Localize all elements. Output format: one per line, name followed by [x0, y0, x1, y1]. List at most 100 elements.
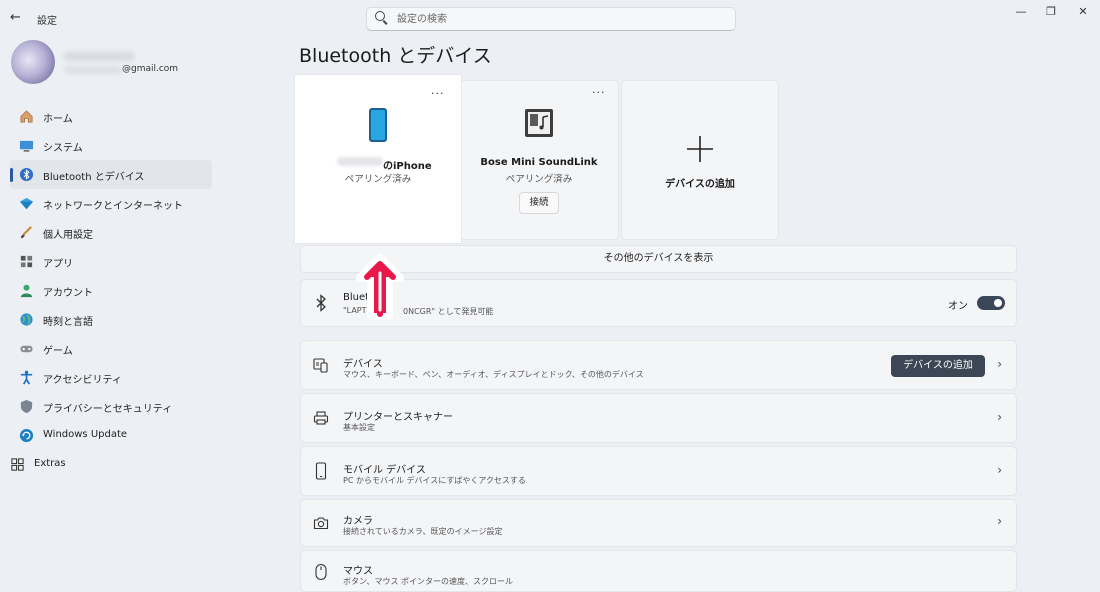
accessibility-icon: [20, 370, 33, 385]
device-name: のiPhone: [383, 161, 432, 172]
sidebar-item-accessibility[interactable]: アクセシビリティ: [10, 363, 212, 392]
add-device-card[interactable]: デバイスの追加: [621, 80, 779, 240]
show-more-devices-button[interactable]: その他のデバイスを表示: [300, 245, 1017, 273]
home-icon: [20, 110, 33, 123]
smartphone-icon: [369, 108, 387, 142]
printer-icon: [313, 411, 329, 425]
search-icon: [375, 11, 385, 21]
sidebar-item-label: Bluetooth とデバイス: [43, 172, 145, 183]
close-button[interactable]: ✕: [1068, 3, 1098, 21]
gamepad-icon: [20, 345, 33, 353]
sidebar-item-label: アカウント: [43, 288, 93, 299]
device-status: ペアリング済み: [505, 174, 573, 185]
device-card-iphone[interactable]: ··· のiPhone ペアリング済み: [295, 75, 461, 243]
globe-icon: [20, 313, 33, 326]
selection-indicator: [10, 168, 13, 182]
redacted-email-prefix: [64, 66, 122, 74]
row-devices[interactable]: デバイス マウス、キーボード、ペン、オーディオ、ディスプレイとドック、その他のデ…: [300, 340, 1017, 390]
update-icon: [19, 428, 34, 443]
more-options-button[interactable]: ···: [431, 87, 445, 100]
chevron-right-icon: ›: [997, 357, 1002, 371]
camera-icon: [313, 517, 329, 530]
extras-icon: [11, 458, 24, 471]
sidebar-item-gaming[interactable]: ゲーム: [10, 334, 212, 363]
devices-icon: [313, 358, 328, 373]
row-subtitle: 接続されているカメラ、既定のイメージ設定: [343, 527, 503, 536]
sidebar-item-bluetooth[interactable]: Bluetooth とデバイス: [10, 160, 212, 189]
bluetooth-toggle-row: Blueto "LAPTO 0NCGR" として発見可能 オン: [300, 279, 1017, 327]
profile-email: @gmail.com: [122, 64, 179, 74]
bluetooth-icon: [19, 167, 34, 182]
annotation-arrow-up-icon: [356, 254, 404, 320]
row-subtitle: PC からモバイル デバイスにすばやくアクセスする: [343, 476, 526, 485]
redacted-owner-name: [337, 157, 383, 166]
more-options-button[interactable]: ···: [592, 86, 606, 99]
minimize-button[interactable]: —: [1006, 3, 1036, 21]
media-device-icon: [525, 109, 553, 137]
row-title: プリンターとスキャナー: [343, 412, 453, 423]
sidebar-item-label: アプリ: [43, 259, 73, 270]
row-title: デバイス: [343, 359, 383, 370]
sidebar-item-extras[interactable]: Extras: [10, 450, 212, 479]
sidebar-item-label: 個人用設定: [43, 230, 93, 241]
sidebar-item-accounts[interactable]: アカウント: [10, 276, 212, 305]
sidebar-item-network[interactable]: ネットワークとインターネット: [10, 189, 212, 218]
connect-button[interactable]: 接続: [519, 192, 559, 214]
sidebar-item-label: Extras: [34, 458, 66, 469]
sidebar-item-label: システム: [43, 143, 83, 154]
system-icon: [19, 140, 34, 152]
sidebar-item-label: プライバシーとセキュリティ: [43, 404, 173, 415]
sidebar-item-apps[interactable]: アプリ: [10, 247, 212, 276]
sidebar-item-home[interactable]: ホーム: [10, 102, 212, 131]
row-subtitle: マウス、キーボード、ペン、オーディオ、ディスプレイとドック、その他のデバイス: [343, 370, 644, 379]
app-title: 設定: [37, 16, 57, 27]
sidebar-item-label: ホーム: [43, 114, 73, 125]
add-device-button[interactable]: デバイスの追加: [891, 355, 985, 377]
toggle-state-label: オン: [948, 301, 968, 312]
chevron-right-icon: ›: [997, 514, 1002, 528]
page-title: Bluetooth とデバイス: [299, 45, 492, 67]
row-title: モバイル デバイス: [343, 465, 426, 476]
mouse-icon: [315, 563, 327, 581]
add-device-label: デバイスの追加: [665, 179, 735, 190]
plus-icon: [687, 136, 713, 162]
sidebar-item-privacy[interactable]: プライバシーとセキュリティ: [10, 392, 212, 421]
back-arrow-icon[interactable]: ←: [10, 10, 21, 25]
sidebar-item-system[interactable]: システム: [10, 131, 212, 160]
chevron-right-icon: ›: [997, 463, 1002, 477]
chevron-right-icon: ›: [997, 410, 1002, 424]
redacted-username: [64, 52, 134, 61]
apps-icon: [20, 255, 33, 268]
brush-icon: [20, 226, 32, 239]
phone-icon: [315, 462, 327, 480]
sidebar-nav: ホーム システム Bluetooth とデバイス ネットワークとインターネット …: [0, 102, 212, 479]
bluetooth-icon: [316, 294, 326, 312]
account-icon: [20, 284, 33, 298]
row-printers[interactable]: プリンターとスキャナー 基本設定 ›: [300, 393, 1017, 443]
sidebar-item-windows-update[interactable]: Windows Update: [10, 421, 212, 450]
device-card-bose[interactable]: ··· Bose Mini SoundLink ペアリング済み 接続: [459, 80, 619, 240]
sidebar-item-label: 時刻と言語: [43, 317, 93, 328]
sidebar-item-label: ゲーム: [43, 346, 73, 357]
search-input[interactable]: [395, 11, 719, 27]
row-camera[interactable]: カメラ 接続されているカメラ、既定のイメージ設定 ›: [300, 499, 1017, 547]
sidebar-item-time-language[interactable]: 時刻と言語: [10, 305, 212, 334]
avatar[interactable]: [11, 40, 55, 84]
shield-icon: [20, 399, 33, 414]
sidebar-item-label: ネットワークとインターネット: [43, 201, 183, 212]
bluetooth-toggle[interactable]: [977, 296, 1005, 310]
search-box[interactable]: [366, 7, 736, 31]
row-mouse[interactable]: マウス ボタン、マウス ポインターの速度、スクロール: [300, 550, 1017, 592]
discoverable-name-right: 0NCGR" として発見可能: [403, 307, 494, 316]
row-title: マウス: [343, 566, 373, 577]
maximize-button[interactable]: ❐: [1036, 3, 1066, 21]
sidebar-item-label: アクセシビリティ: [43, 375, 122, 386]
device-status: ペアリング済み: [344, 174, 412, 185]
row-title: カメラ: [343, 516, 373, 527]
row-subtitle: 基本設定: [343, 423, 375, 432]
sidebar-item-personalization[interactable]: 個人用設定: [10, 218, 212, 247]
sidebar-item-label: Windows Update: [43, 429, 128, 440]
network-icon: [19, 197, 34, 210]
device-name: Bose Mini SoundLink: [480, 157, 598, 168]
row-mobile-devices[interactable]: モバイル デバイス PC からモバイル デバイスにすばやくアクセスする ›: [300, 446, 1017, 496]
